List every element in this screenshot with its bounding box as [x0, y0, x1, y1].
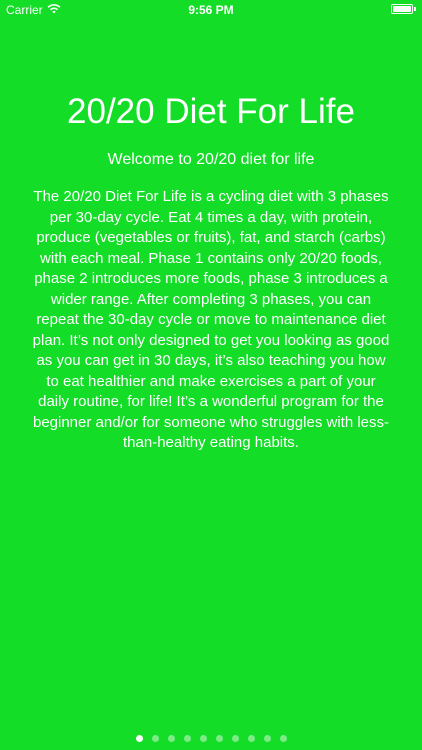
battery-tip — [414, 7, 416, 11]
page-dot[interactable] — [231, 735, 239, 742]
description-text: The 20/20 Diet For Life is a cycling die… — [32, 188, 390, 451]
status-time: 9:56 PM — [188, 3, 234, 17]
page-dot[interactable] — [279, 735, 287, 742]
page-dot[interactable] — [167, 735, 175, 742]
page-title: 20/20 Diet For Life — [67, 92, 355, 131]
page-dot[interactable] — [151, 735, 159, 742]
page-dot[interactable] — [199, 735, 207, 742]
page-control[interactable] — [0, 735, 422, 742]
page-dot[interactable] — [247, 735, 255, 742]
page-dot[interactable] — [263, 735, 271, 742]
status-right — [391, 4, 416, 14]
page-subtitle: Welcome to 20/20 diet for life — [107, 151, 315, 168]
page-dot[interactable] — [183, 735, 191, 742]
page-dot[interactable] — [215, 735, 223, 742]
battery-icon — [391, 4, 413, 14]
status-bar: Carrier 9:56 PM — [0, 0, 422, 20]
page-dot[interactable] — [135, 735, 143, 742]
